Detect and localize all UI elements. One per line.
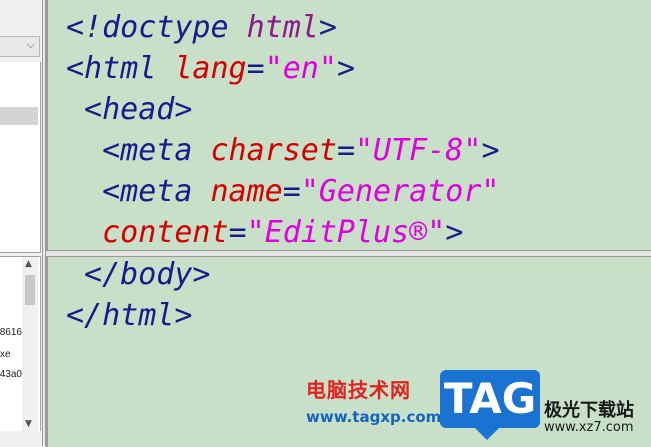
- left-toolbar: [0, 0, 42, 32]
- code-token: =: [228, 215, 247, 250]
- watermark-right-name: 极光下载站: [544, 400, 634, 421]
- code-token: html: [246, 10, 319, 45]
- code-token: "EditPlus®": [246, 215, 446, 250]
- code-token: "en": [264, 51, 337, 86]
- code-token: charset: [210, 133, 337, 168]
- editor-pane-top[interactable]: <!doctype html> <html lang="en"> <head> <…: [46, 0, 651, 250]
- file-list[interactable]: 8616 xe 43a0 ▲ ▼: [0, 256, 41, 431]
- watermark-right-url: www.xz7.com: [544, 420, 634, 435]
- code-line[interactable]: <html lang="en">: [66, 49, 355, 89]
- watermark: 电脑技术网 www.tagxp.com TAG 极光下载站 www.xz7.co…: [300, 370, 645, 440]
- code-token: name: [210, 174, 283, 209]
- scroll-up-icon[interactable]: ▲: [25, 259, 32, 269]
- code-token: content: [66, 215, 229, 250]
- scroll-thumb[interactable]: [25, 275, 35, 305]
- tag-logo: TAG: [440, 370, 540, 428]
- code-token: >: [336, 51, 355, 86]
- file-list-scrollbar[interactable]: ▲ ▼: [22, 257, 38, 431]
- code-token: <!doctype: [66, 10, 247, 45]
- scroll-down-icon[interactable]: ▼: [25, 419, 32, 429]
- code-line[interactable]: content="EditPlus®">: [66, 213, 463, 250]
- code-token: <meta: [66, 133, 211, 168]
- directory-tree[interactable]: [0, 62, 41, 253]
- file-item[interactable]: 43a0: [0, 369, 22, 380]
- file-item[interactable]: 8616: [0, 327, 22, 338]
- selected-folder[interactable]: [0, 107, 38, 125]
- code-token: >: [481, 133, 500, 168]
- code-line[interactable]: <meta charset="UTF-8">: [66, 131, 500, 171]
- code-token: =: [282, 174, 301, 209]
- code-line[interactable]: <meta name="Generator": [66, 172, 500, 212]
- code-token: =: [336, 133, 355, 168]
- code-token: </body>: [66, 257, 211, 292]
- code-token: >: [445, 215, 464, 250]
- tag-logo-notch: [475, 428, 499, 440]
- file-item[interactable]: xe: [0, 349, 22, 360]
- code-token: <html: [66, 51, 175, 86]
- code-token: lang: [174, 51, 247, 86]
- code-token: =: [246, 51, 265, 86]
- code-token: "Generator": [300, 174, 500, 209]
- chevron-down-icon[interactable]: ⌵: [27, 38, 35, 52]
- left-panel: ⌵ 8616 xe 43a0 ▲ ▼: [0, 0, 42, 446]
- code-line[interactable]: <head>: [66, 90, 192, 130]
- watermark-url: www.tagxp.com: [306, 408, 442, 426]
- code-token: "UTF-8": [355, 133, 482, 168]
- code-line[interactable]: </body>: [66, 257, 211, 295]
- code-token: <head>: [66, 92, 193, 127]
- code-token: >: [318, 10, 337, 45]
- code-line[interactable]: </html>: [66, 296, 192, 336]
- code-token: <meta: [66, 174, 211, 209]
- watermark-site-name: 电脑技术网: [306, 378, 411, 402]
- directory-combo[interactable]: ⌵: [0, 36, 40, 57]
- code-token: </html>: [66, 298, 193, 333]
- code-line[interactable]: <!doctype html>: [66, 8, 337, 48]
